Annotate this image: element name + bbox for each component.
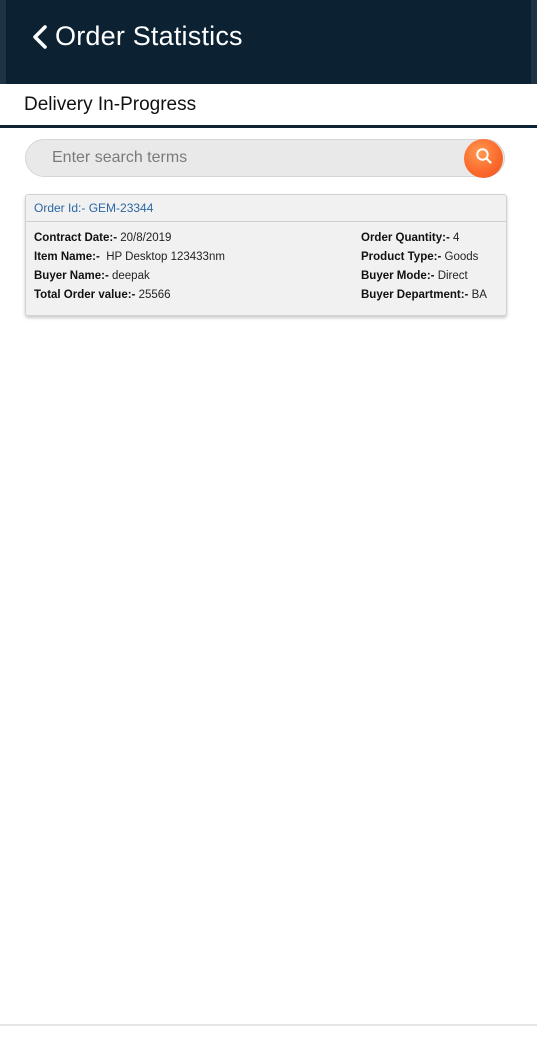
buyer-name-row: Buyer Name:- deepak: [34, 270, 150, 282]
order-card[interactable]: Order Id:- GEM-23344 Contract Date:- 20/…: [25, 194, 507, 316]
order-quantity-row: Order Quantity:- 4: [361, 232, 459, 244]
order-id-label: Order Id:-: [34, 201, 86, 215]
bottom-divider: [0, 1024, 537, 1026]
order-quantity-label: Order Quantity:-: [361, 232, 450, 244]
order-id-row: Order Id:- GEM-23344: [26, 195, 506, 222]
back-button[interactable]: [24, 22, 56, 56]
contract-date-value: 20/8/2019: [120, 232, 172, 244]
order-details: Contract Date:- 20/8/2019 Item Name:- HP…: [26, 222, 506, 316]
contract-date-row: Contract Date:- 20/8/2019: [34, 232, 171, 244]
search-icon: [475, 147, 493, 170]
item-name-label: Item Name:-: [34, 251, 100, 263]
buyer-mode-row: Buyer Mode:- Direct: [361, 270, 468, 282]
product-type-value: Goods: [444, 251, 479, 263]
total-order-value-row: Total Order value:- 25566: [34, 289, 171, 301]
product-type-row: Product Type:- Goods: [361, 251, 478, 263]
buyer-department-label: Buyer Department:-: [361, 289, 469, 301]
contract-date-label: Contract Date:-: [34, 232, 118, 244]
product-type-label: Product Type:-: [361, 251, 442, 263]
total-order-value-value: 25566: [138, 289, 171, 301]
search-button[interactable]: [464, 139, 503, 178]
buyer-name-value: deepak: [111, 270, 150, 282]
buyer-name-label: Buyer Name:-: [34, 270, 109, 282]
item-name-row: Item Name:- HP Desktop 123433nm: [34, 251, 225, 263]
total-order-value-label: Total Order value:-: [34, 289, 136, 301]
buyer-mode-label: Buyer Mode:-: [361, 270, 435, 282]
buyer-department-row: Buyer Department:- BA: [361, 289, 487, 301]
app-header: Order Statistics: [0, 0, 537, 84]
section-bar: Delivery In-Progress: [0, 84, 537, 128]
order-id-value: GEM-23344: [88, 201, 154, 215]
search-input[interactable]: [26, 140, 456, 176]
item-name-value: HP Desktop 123433nm: [106, 251, 225, 263]
buyer-department-value: BA: [471, 289, 487, 301]
chevron-left-icon: [31, 24, 49, 55]
page-title: Order Statistics: [55, 21, 243, 51]
search-bar: [25, 139, 505, 178]
buyer-mode-value: Direct: [437, 270, 468, 282]
order-quantity-value: 4: [453, 232, 460, 244]
section-title: Delivery In-Progress: [24, 94, 197, 115]
